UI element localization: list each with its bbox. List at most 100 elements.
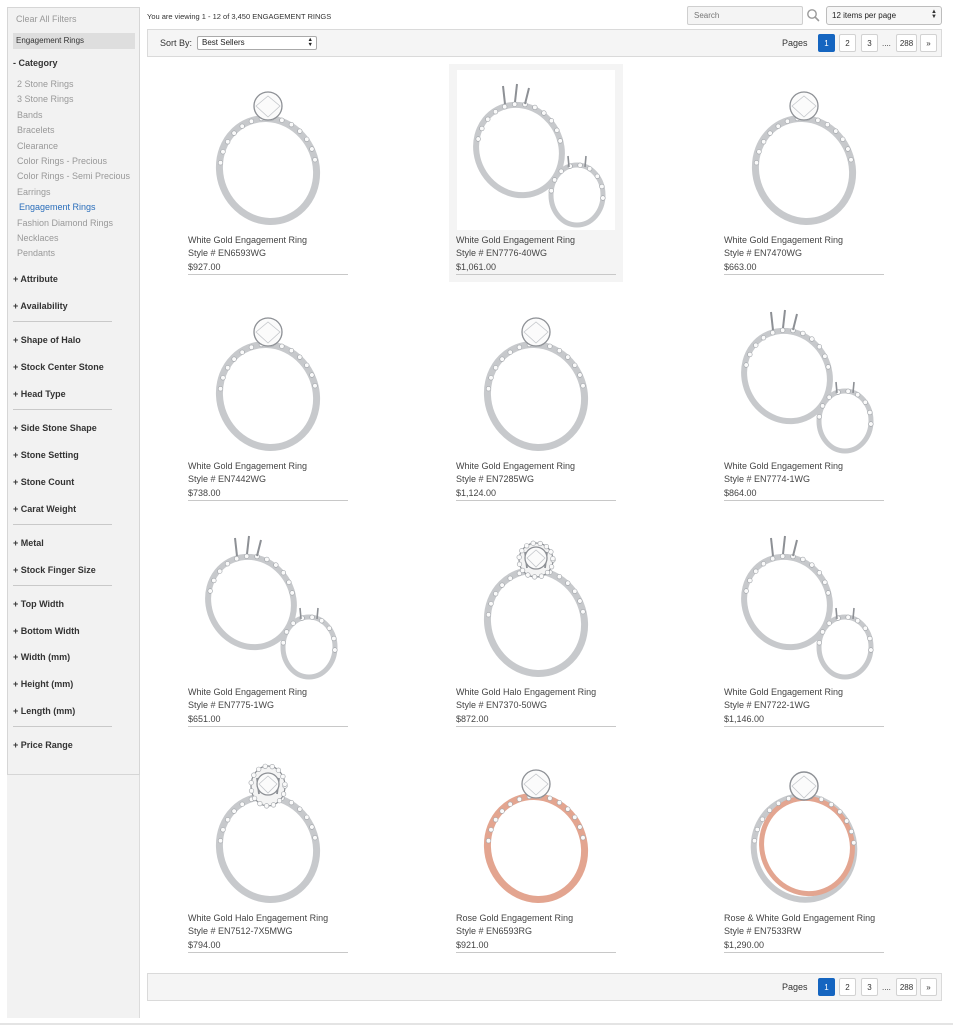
product-card[interactable]: White Gold Engagement Ring Style # EN7285…	[449, 290, 623, 508]
product-image[interactable]	[457, 522, 615, 682]
product-name[interactable]: White Gold Engagement Ring	[456, 461, 575, 471]
product-card[interactable]: White Gold Engagement Ring Style # EN7470…	[717, 64, 891, 282]
active-filter-chip[interactable]: Engagement Rings	[13, 33, 135, 49]
product-card[interactable]: White Gold Engagement Ring Style # EN7776…	[449, 64, 623, 282]
category-item[interactable]: Fashion Diamond Rings	[17, 216, 130, 231]
product-card[interactable]: White Gold Engagement Ring Style # EN7775…	[181, 516, 355, 734]
clear-all-filters-link[interactable]: Clear All Filters	[16, 14, 77, 24]
product-image[interactable]	[725, 296, 883, 456]
facet-toggle[interactable]: + Price Range	[13, 740, 73, 750]
product-card[interactable]: White Gold Halo Engagement Ring Style # E…	[449, 516, 623, 734]
next-page-button[interactable]: »	[920, 34, 937, 52]
facet-toggle[interactable]: + Stone Setting	[13, 450, 79, 460]
product-divider	[724, 274, 884, 275]
items-per-page-value: 12 items per page	[832, 11, 897, 20]
product-card[interactable]: White Gold Engagement Ring Style # EN7442…	[181, 290, 355, 508]
category-item[interactable]: Bracelets	[17, 123, 130, 138]
product-card[interactable]: White Gold Halo Engagement Ring Style # E…	[181, 742, 355, 960]
category-item[interactable]: 3 Stone Rings	[17, 92, 130, 107]
product-card[interactable]: Rose & White Gold Engagement Ring Style #…	[717, 742, 891, 960]
facet-toggle[interactable]: + Metal	[13, 538, 44, 548]
product-name[interactable]: White Gold Engagement Ring	[188, 235, 307, 245]
product-card[interactable]: Rose Gold Engagement Ring Style # EN6593R…	[449, 742, 623, 960]
product-divider	[456, 952, 616, 953]
product-image[interactable]	[457, 748, 615, 908]
facet-toggle[interactable]: + Stock Center Stone	[13, 362, 104, 372]
search-input[interactable]	[687, 6, 803, 25]
product-style-number: Style # EN6593WG	[188, 248, 267, 258]
category-item[interactable]: Earrings	[17, 185, 130, 200]
page-button[interactable]: 1	[818, 34, 835, 52]
category-item[interactable]: Pendants	[17, 246, 130, 261]
product-image[interactable]	[189, 70, 347, 230]
facet-toggle[interactable]: + Length (mm)	[13, 706, 75, 716]
facet-toggle[interactable]: + Attribute	[13, 274, 58, 284]
last-page-button[interactable]: 288	[896, 978, 917, 996]
facet-toggle[interactable]: + Head Type	[13, 389, 66, 399]
product-name[interactable]: Rose Gold Engagement Ring	[456, 913, 573, 923]
product-style-number: Style # EN7512-7X5MWG	[188, 926, 293, 936]
product-image[interactable]	[189, 522, 347, 682]
facet-toggle[interactable]: + Bottom Width	[13, 626, 80, 636]
last-page-button[interactable]: 288	[896, 34, 917, 52]
product-name[interactable]: White Gold Engagement Ring	[724, 687, 843, 697]
items-per-page-select[interactable]: 12 items per page ▲ ▼	[826, 6, 942, 25]
product-image[interactable]	[725, 70, 883, 230]
sort-select[interactable]: Best Sellers ▲ ▼	[197, 36, 317, 50]
facet-toggle[interactable]: + Height (mm)	[13, 679, 73, 689]
product-name[interactable]: White Gold Engagement Ring	[188, 687, 307, 697]
product-card[interactable]: White Gold Engagement Ring Style # EN7774…	[717, 290, 891, 508]
page-button[interactable]: 2	[839, 978, 856, 996]
facet-toggle[interactable]: + Top Width	[13, 599, 64, 609]
product-name[interactable]: White Gold Halo Engagement Ring	[456, 687, 596, 697]
product-divider	[456, 500, 616, 501]
page-button[interactable]: 2	[839, 34, 856, 52]
product-name[interactable]: White Gold Engagement Ring	[188, 461, 307, 471]
bottom-pagination: Pages 1 2 3.... 288»	[780, 978, 940, 996]
product-image[interactable]	[725, 522, 883, 682]
product-name[interactable]: White Gold Engagement Ring	[456, 235, 575, 245]
product-price: $864.00	[724, 488, 757, 498]
product-divider	[188, 500, 348, 501]
facet-toggle[interactable]: + Side Stone Shape	[13, 423, 97, 433]
product-image[interactable]	[457, 296, 615, 456]
product-price: $1,146.00	[724, 714, 765, 724]
product-card[interactable]: White Gold Engagement Ring Style # EN7722…	[717, 516, 891, 734]
search-icon[interactable]	[806, 8, 820, 22]
category-item[interactable]: Clearance	[17, 139, 130, 154]
product-name[interactable]: White Gold Halo Engagement Ring	[188, 913, 328, 923]
product-style-number: Style # EN7533RW	[724, 926, 802, 936]
category-item[interactable]: Color Rings - Precious	[17, 154, 130, 169]
product-name[interactable]: White Gold Engagement Ring	[724, 461, 843, 471]
category-item[interactable]: 2 Stone Rings	[17, 77, 130, 92]
category-heading[interactable]: - Category	[13, 58, 58, 68]
category-item[interactable]: Engagement Rings	[17, 200, 130, 215]
facet-toggle[interactable]: + Stock Finger Size	[13, 565, 96, 575]
pages-label: Pages	[782, 38, 808, 48]
product-price: $651.00	[188, 714, 221, 724]
product-divider	[456, 726, 616, 727]
product-image[interactable]	[457, 70, 615, 230]
product-card[interactable]: White Gold Engagement Ring Style # EN6593…	[181, 64, 355, 282]
facet-toggle[interactable]: + Shape of Halo	[13, 335, 81, 345]
product-image[interactable]	[725, 748, 883, 908]
category-item[interactable]: Color Rings - Semi Precious	[17, 169, 130, 184]
product-image[interactable]	[189, 296, 347, 456]
product-divider	[188, 274, 348, 275]
facet-toggle[interactable]: + Stone Count	[13, 477, 74, 487]
page-button[interactable]: 3	[861, 978, 878, 996]
next-page-button[interactable]: »	[920, 978, 937, 996]
category-item[interactable]: Necklaces	[17, 231, 130, 246]
product-name[interactable]: Rose & White Gold Engagement Ring	[724, 913, 875, 923]
product-style-number: Style # EN6593RG	[456, 926, 533, 936]
facet-toggle[interactable]: + Width (mm)	[13, 652, 70, 662]
facet-toggle[interactable]: + Availability	[13, 301, 68, 311]
page-button[interactable]: 1	[818, 978, 835, 996]
page-button[interactable]: 3	[861, 34, 878, 52]
product-image[interactable]	[189, 748, 347, 908]
filter-panel: Clear All Filters Engagement Rings - Cat…	[7, 7, 140, 775]
category-item[interactable]: Bands	[17, 108, 130, 123]
product-name[interactable]: White Gold Engagement Ring	[724, 235, 843, 245]
product-style-number: Style # EN7285WG	[456, 474, 535, 484]
facet-toggle[interactable]: + Carat Weight	[13, 504, 76, 514]
